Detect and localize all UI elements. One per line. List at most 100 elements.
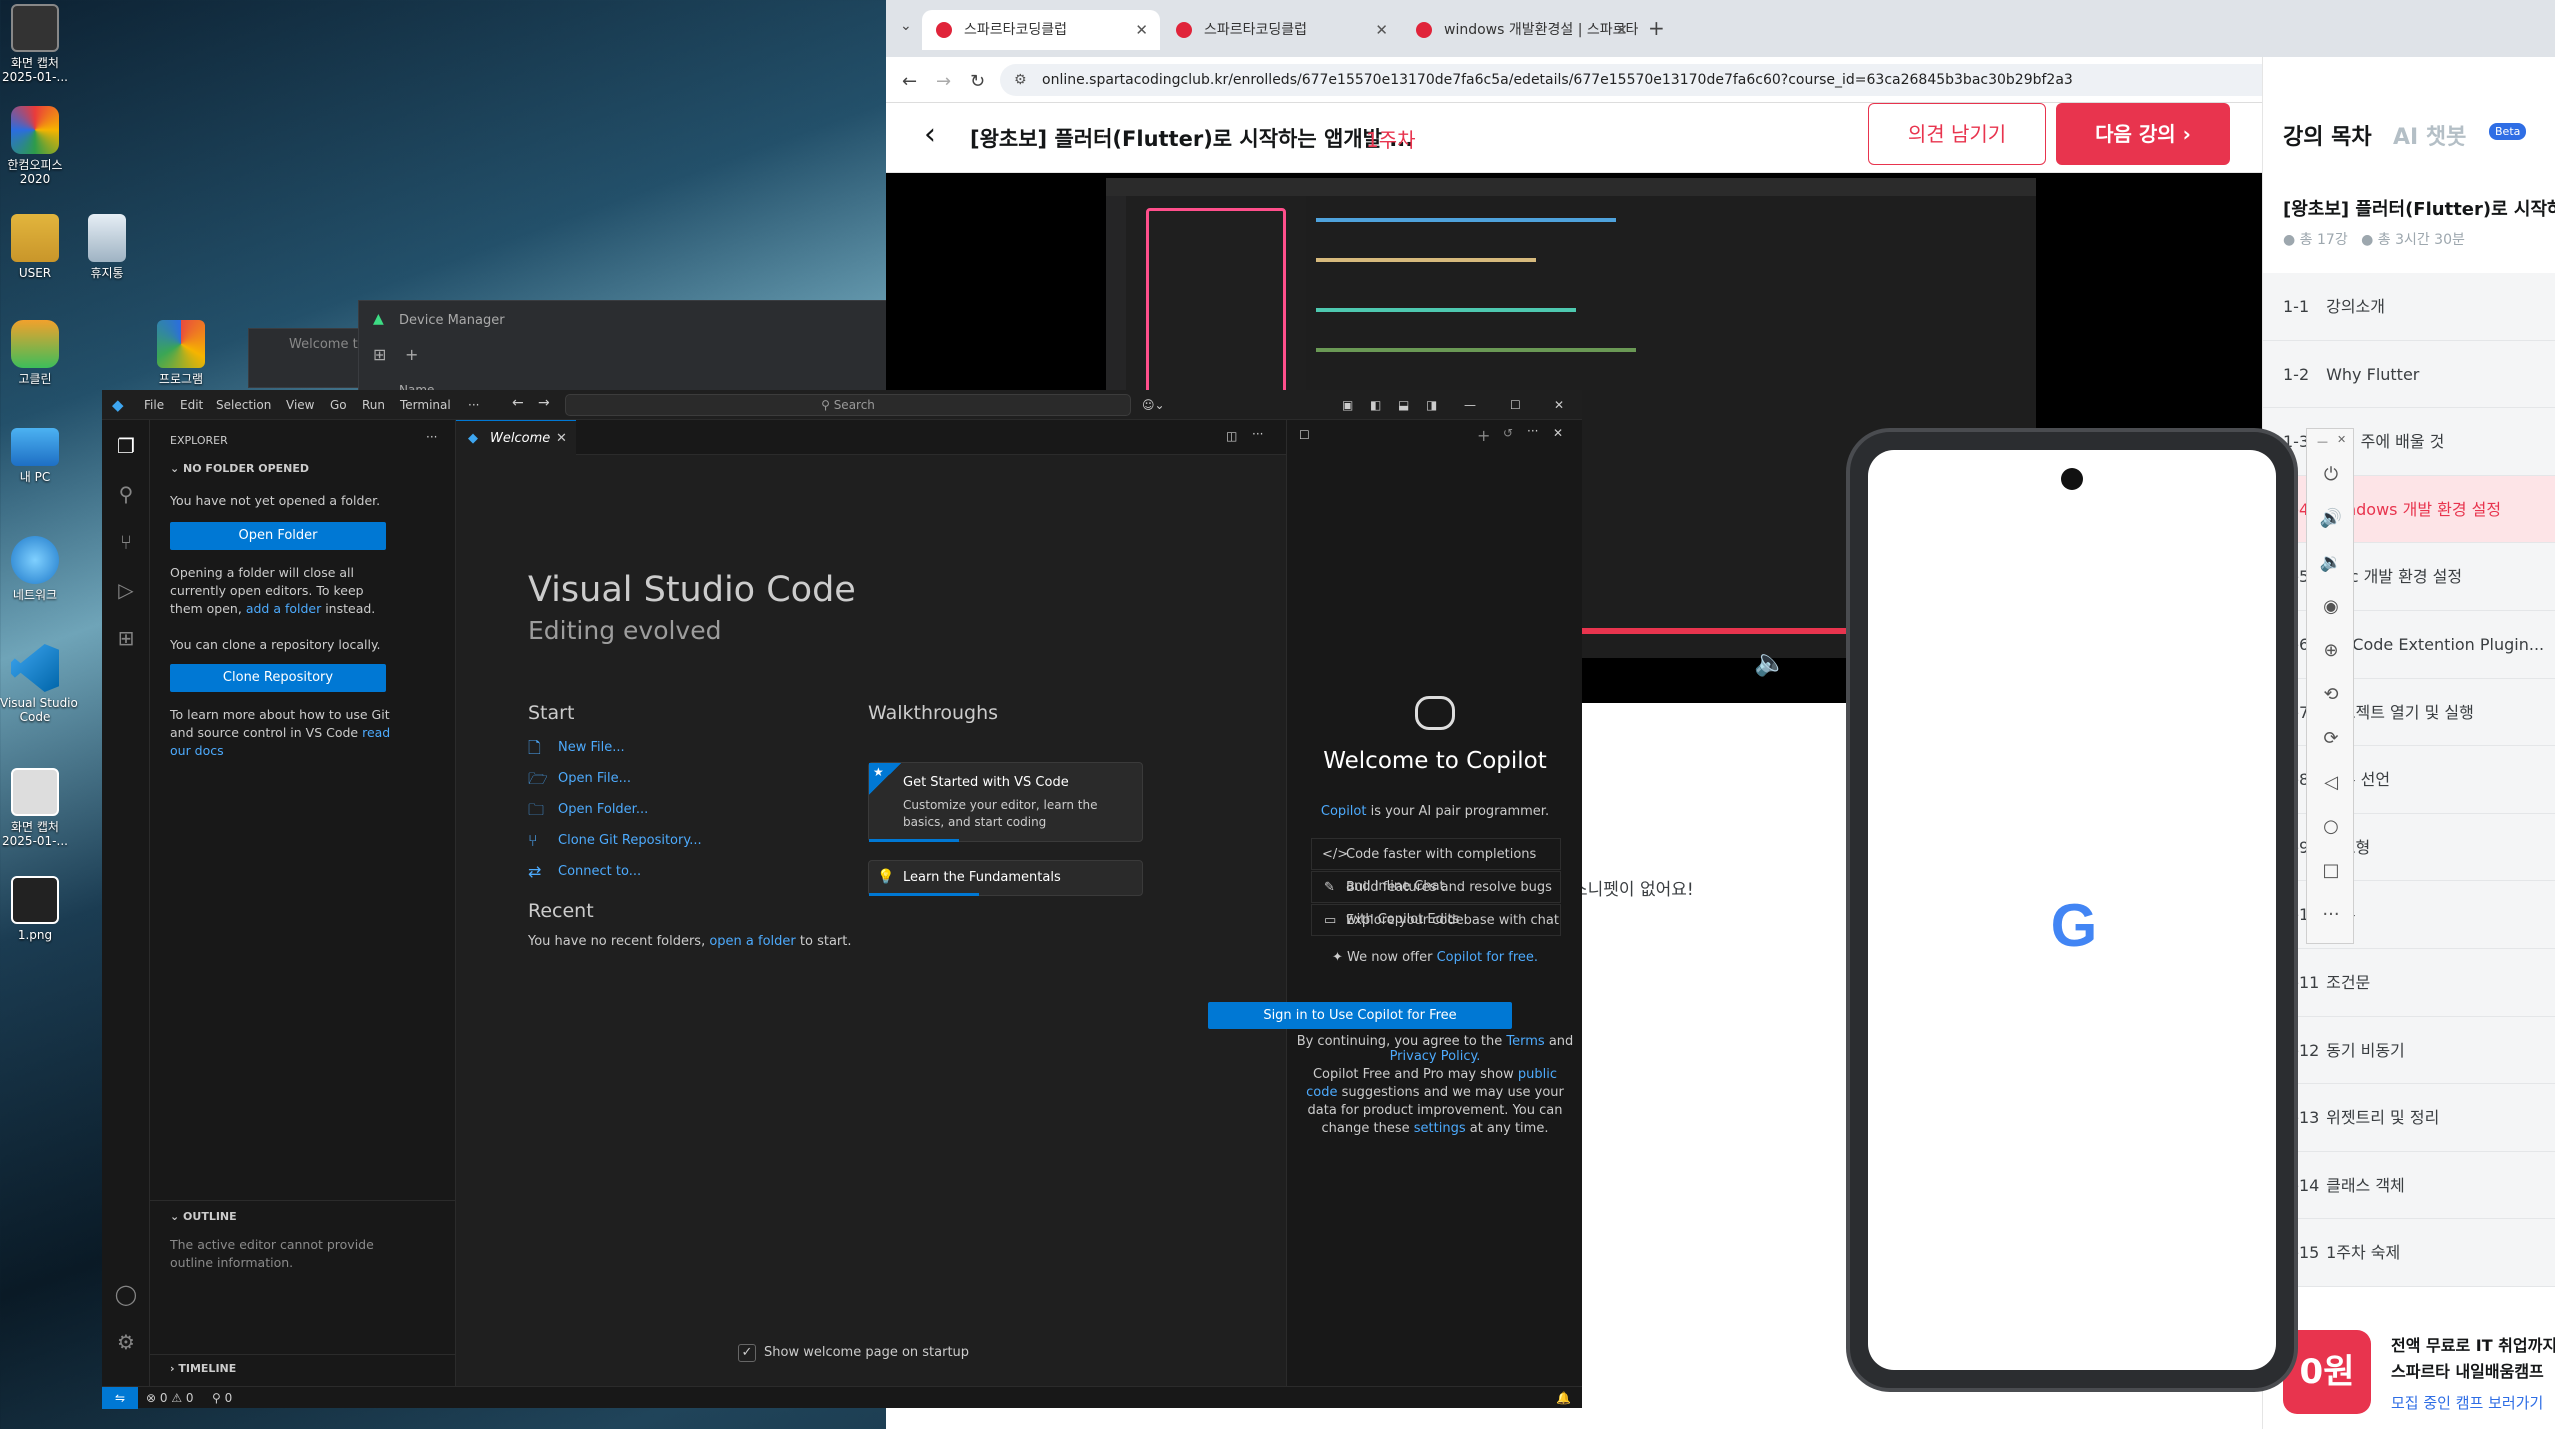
lecture-item[interactable]: 1-1 강의소개 [2263,273,2555,341]
source-control-icon[interactable]: ⑂ [114,530,138,554]
overview-square-icon[interactable]: □ [2319,859,2343,883]
add-folder-link[interactable]: add a folder [246,601,321,616]
lecture-item[interactable]: 1-12 동기 비동기 [2263,1017,2555,1085]
tab-toc[interactable]: 강의 목차 [2283,119,2372,151]
new-tab-icon[interactable]: + [1648,16,1665,40]
menu-file[interactable]: File [144,398,164,412]
url-field[interactable]: ⚙ online.spartacodingclub.kr/enrolleds/6… [1000,64,2330,96]
problems-status[interactable]: ⊗ 0 ⚠ 0 [146,1387,194,1409]
browser-tab-2[interactable]: 스파르타코딩클럽 ✕ [1162,10,1400,50]
emulator-screen[interactable]: G [1868,450,2276,1370]
forward-icon[interactable]: → [936,71,951,92]
menu-more[interactable]: ··· [468,398,479,412]
desktop-icon-network[interactable]: 네트워크 [0,536,70,602]
menu-selection[interactable]: Selection [216,398,271,412]
open-file-link[interactable]: 🗁 Open File... [528,769,631,789]
new-file-link[interactable]: 🗋 New File... [528,738,625,758]
close-panel-icon[interactable]: ✕ [1553,426,1563,440]
desktop-icon-hancom[interactable]: 한컴오피스 2020 [0,106,70,186]
lecture-item[interactable]: 1-13 위젯트리 및 정리 [2263,1084,2555,1152]
rotate-right-icon[interactable]: ⟳ [2319,727,2343,751]
walkthrough-fundamentals[interactable]: 💡 Learn the Fundamentals [868,860,1143,896]
command-search-input[interactable]: ⚲ Search [565,394,1131,416]
forward-arrow-icon[interactable]: → [538,395,550,411]
toggle-panel-icon[interactable]: ⬓ [1398,398,1409,412]
maximize-icon[interactable]: ☐ [1510,398,1521,412]
feedback-button[interactable]: 의견 남기기 [1868,103,2046,165]
menu-terminal[interactable]: Terminal [400,398,451,412]
toolbar-close-icon[interactable]: ✕ [2337,433,2346,446]
tab-welcome[interactable]: ◆ Welcome ✕ [456,420,576,455]
open-folder-button[interactable]: Open Folder [170,522,386,550]
settings-link[interactable]: settings [1414,1121,1466,1136]
privacy-link[interactable]: Privacy Policy. [1390,1049,1481,1064]
screenshot-camera-icon[interactable]: ◉ [2319,595,2343,619]
menu-run[interactable]: Run [362,398,385,412]
panel-more-icon[interactable]: ··· [1527,424,1538,438]
clone-git-link[interactable]: ⑂ Clone Git Repository... [528,831,702,851]
browser-tab-1[interactable]: 스파르타코딩클럽 ✕ [922,10,1160,50]
close-tab-icon[interactable]: ✕ [556,421,567,456]
copilot-menu-icon[interactable]: ☺⌄ [1142,398,1165,412]
no-folder-header[interactable]: ⌄ NO FOLDER OPENED [170,462,309,475]
browser-tab-3[interactable]: windows 개발환경설 | 스파르타 ✕ [1402,10,1640,50]
desktop-icon-1png[interactable]: 1.png [0,876,70,942]
desktop-icon-screenshot-2[interactable]: 화면 캡처 2025-01-... [0,768,70,848]
close-tab-icon[interactable]: ✕ [1615,10,1628,50]
back-arrow-icon[interactable]: ← [512,395,524,411]
device-grid-icon[interactable]: ⊞ [373,345,386,364]
history-icon[interactable]: ↺ [1503,426,1513,440]
tab-ai-chatbot[interactable]: AI 챗봇 [2393,119,2466,151]
new-chat-icon[interactable]: + [1477,426,1490,445]
lecture-item[interactable]: 1-14 클래스 객체 [2263,1152,2555,1220]
desktop-icon-program[interactable]: 프로그램 [146,320,216,386]
layout-customize-icon[interactable]: ▣ [1342,398,1353,412]
copilot-link[interactable]: Copilot [1321,804,1367,819]
zoom-icon[interactable]: ⊕ [2319,639,2343,663]
desktop-icon-screenshot-1[interactable]: 화면 캡처 2025-01-... [0,4,70,84]
explorer-icon[interactable]: ❐ [114,434,138,458]
camp-promo-banner[interactable]: 0원 전액 무료로 IT 취업까지 스파르타 내일배움캠프 모집 중인 캠프 보… [2263,1312,2555,1429]
toolbar-minimize-icon[interactable]: — [2317,435,2328,448]
volume-down-icon[interactable]: 🔉 [2319,551,2343,575]
clone-repository-button[interactable]: Clone Repository [170,664,386,692]
next-lecture-button[interactable]: 다음 강의 › [2056,103,2230,165]
open-folder-recent-link[interactable]: open a folder [709,934,795,949]
extensions-icon[interactable]: ⊞ [114,626,138,650]
rotate-left-icon[interactable]: ⟲ [2319,683,2343,707]
outline-header[interactable]: ⌄ OUTLINE [170,1210,237,1223]
split-editor-icon[interactable]: ◫ [1226,429,1237,443]
back-triangle-icon[interactable]: ◁ [2319,771,2343,795]
terms-link[interactable]: Terms [1506,1034,1544,1049]
search-icon[interactable]: ⚲ [114,482,138,506]
more-options-icon[interactable]: ··· [2319,903,2343,927]
remote-indicator-icon[interactable]: ⇋ [102,1387,138,1409]
close-window-icon[interactable]: ✕ [1554,398,1564,412]
site-info-icon[interactable]: ⚙ [1014,64,1027,96]
device-manager-window[interactable]: ▲ Device Manager ⊞ + Name [358,300,888,400]
account-icon[interactable]: ◯ [114,1282,138,1306]
desktop-icon-my-pc[interactable]: 내 PC [0,428,70,484]
ports-status[interactable]: ⚲ 0 [212,1387,232,1409]
sign-in-button-visual[interactable]: Sign in to Use Copilot for Free [1208,1002,1512,1029]
open-folder-link[interactable]: 🗀 Open Folder... [528,800,648,820]
menu-edit[interactable]: Edit [180,398,203,412]
tab-search-icon[interactable]: ⌄ [900,18,912,34]
editor-more-icon[interactable]: ··· [1252,427,1263,441]
desktop-icon-user[interactable]: USER [0,214,70,280]
reload-icon[interactable]: ↻ [970,71,985,92]
lecture-item[interactable]: 1-2 Why Flutter [2263,341,2555,409]
settings-gear-icon[interactable]: ⚙ [114,1330,138,1354]
back-icon[interactable]: ← [902,71,917,92]
add-device-icon[interactable]: + [405,345,418,364]
desktop-icon-vscode[interactable]: Visual Studio Code [0,644,78,724]
volume-icon[interactable]: 🔈 [1754,648,1786,678]
notifications-bell-icon[interactable]: 🔔 [1556,1387,1571,1409]
lecture-item[interactable]: 1-15 1주차 숙제 [2263,1219,2555,1287]
close-tab-icon[interactable]: ✕ [1135,10,1148,50]
explorer-more-icon[interactable]: ··· [426,430,437,444]
show-welcome-checkbox[interactable]: ✓ Show welcome page on startup [738,1344,969,1362]
volume-up-icon[interactable]: 🔊 [2319,507,2343,531]
connect-to-link[interactable]: ⇄ Connect to... [528,862,641,882]
close-tab-icon[interactable]: ✕ [1375,10,1388,50]
